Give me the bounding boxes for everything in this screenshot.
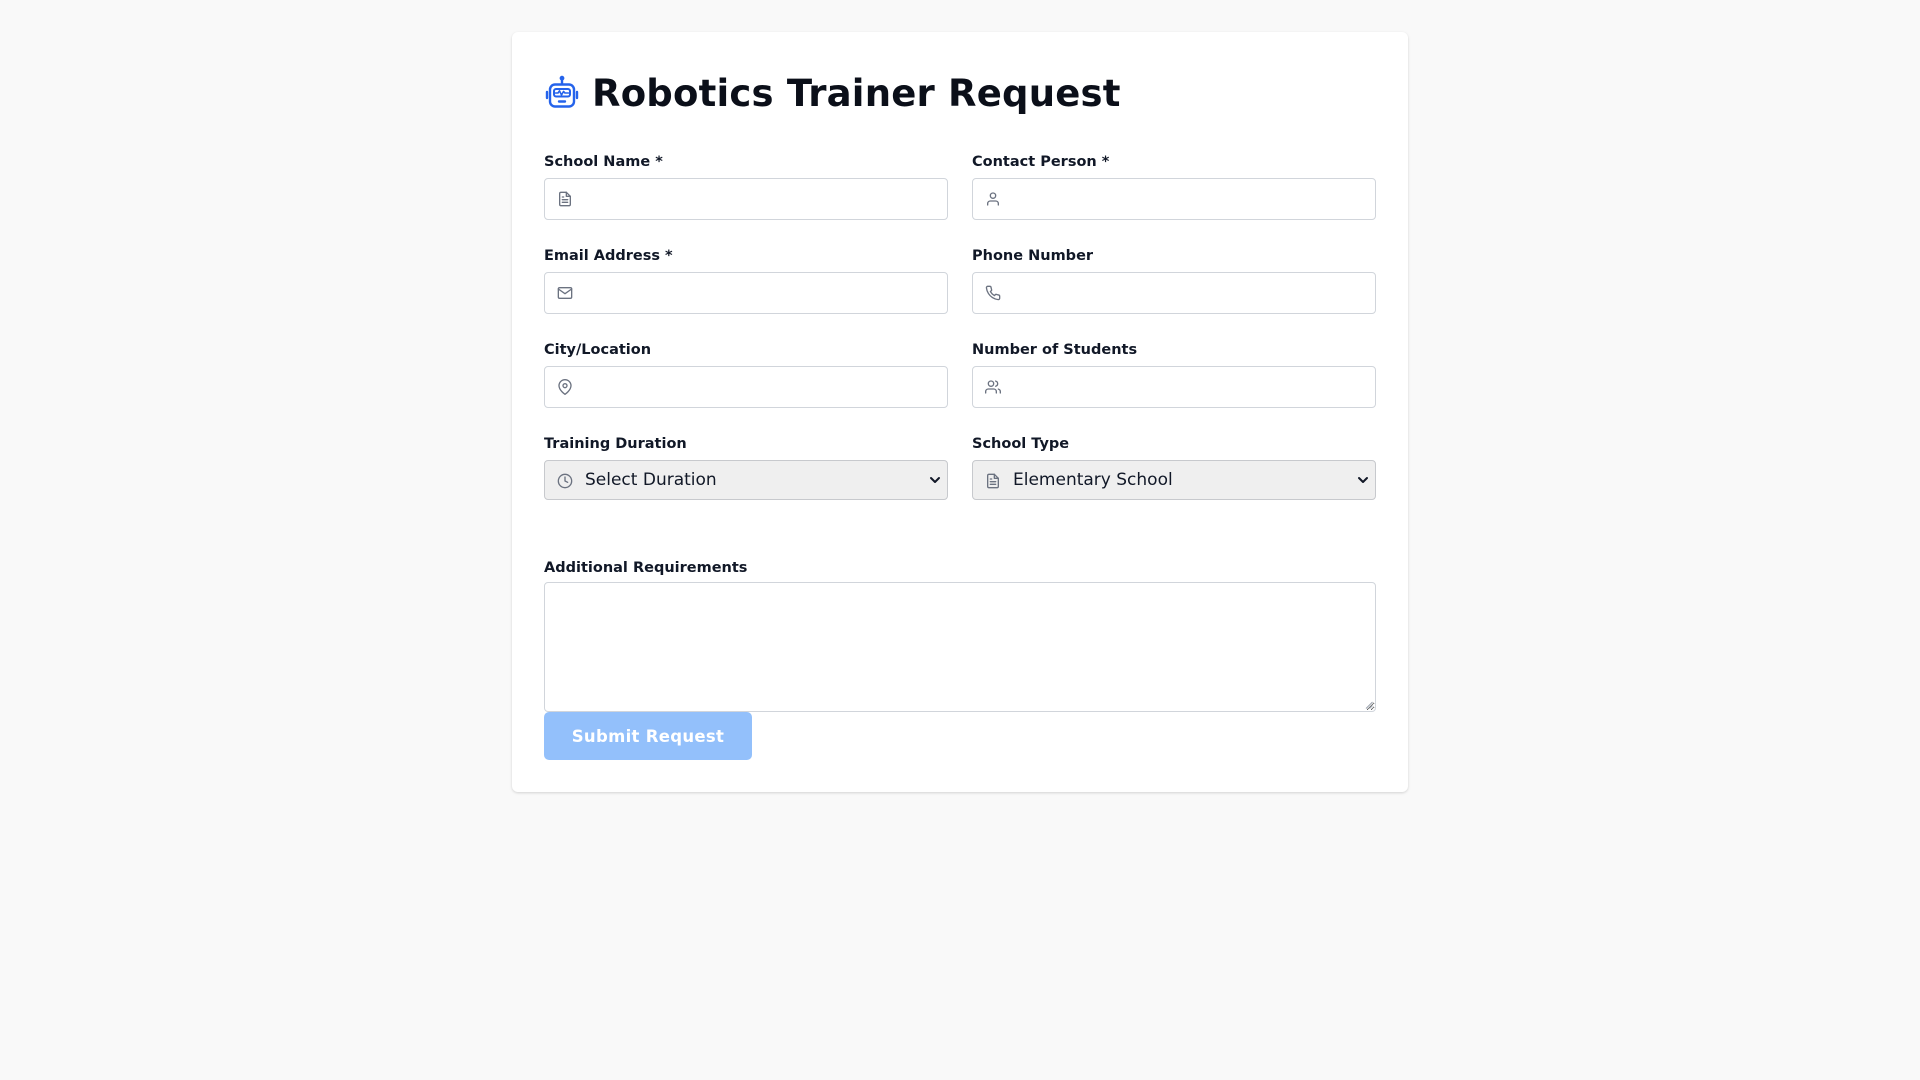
request-form-card: Robotics Trainer Request School Name * C… — [512, 32, 1408, 792]
email-wrapper — [544, 272, 948, 314]
contact-person-wrapper — [972, 178, 1376, 220]
field-students: Number of Students — [972, 338, 1376, 432]
phone-wrapper — [972, 272, 1376, 314]
requirements-textarea[interactable] — [544, 582, 1376, 712]
field-phone: Phone Number — [972, 244, 1376, 338]
form-grid: School Name * Contact Person * Email Add… — [544, 150, 1376, 522]
requirements-label: Additional Requirements — [544, 560, 748, 576]
duration-select[interactable]: Select Duration — [545, 461, 947, 499]
page-title: Robotics Trainer Request — [592, 71, 1121, 115]
school-type-wrapper: Elementary School — [972, 460, 1376, 500]
students-input[interactable] — [973, 367, 1375, 407]
field-contact-person: Contact Person * — [972, 150, 1376, 244]
field-school-type: School Type Elementary School — [972, 432, 1376, 522]
duration-wrapper: Select Duration — [544, 460, 948, 500]
school-name-label: School Name * — [544, 154, 663, 170]
students-wrapper — [972, 366, 1376, 408]
students-label: Number of Students — [972, 342, 1138, 358]
school-type-label: School Type — [972, 436, 1070, 452]
email-label: Email Address * — [544, 248, 673, 264]
city-wrapper — [544, 366, 948, 408]
field-school-name: School Name * — [544, 150, 948, 244]
field-email: Email Address * — [544, 244, 948, 338]
school-name-input[interactable] — [545, 179, 947, 219]
contact-person-label: Contact Person * — [972, 154, 1110, 170]
school-name-wrapper — [544, 178, 948, 220]
email-input[interactable] — [545, 273, 947, 313]
field-duration: Training Duration Select Duration — [544, 432, 948, 522]
phone-input[interactable] — [973, 273, 1375, 313]
contact-person-input[interactable] — [973, 179, 1375, 219]
requirements-wrapper — [544, 582, 1376, 712]
phone-label: Phone Number — [972, 248, 1094, 264]
city-input[interactable] — [545, 367, 947, 407]
city-label: City/Location — [544, 342, 652, 358]
school-type-select[interactable]: Elementary School — [973, 461, 1375, 499]
submit-request-button[interactable]: Submit Request — [544, 712, 752, 760]
robot-icon — [545, 75, 579, 108]
duration-label: Training Duration — [544, 436, 687, 452]
field-requirements: Additional Requirements — [544, 556, 1376, 712]
field-city: City/Location — [544, 338, 948, 432]
title-row: Robotics Trainer Request — [544, 70, 1121, 116]
